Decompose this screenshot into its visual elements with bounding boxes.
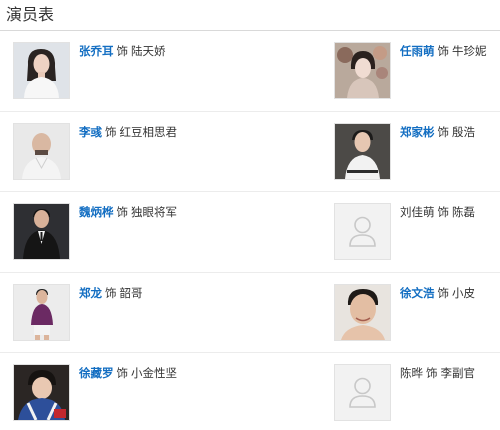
cast-row: 李彧饰红豆相思君 郑家彬饰殷浩 [0, 112, 500, 193]
role-name: 韶哥 [119, 285, 143, 300]
cast-credit: 徐藏罗饰小金性坚 [79, 365, 177, 381]
cast-grid: 张乔耳饰陆天娇 任雨萌饰牛珍妮 李彧 饰 红豆相思君 郑家彬 饰 殷浩 魏炳桦 … [0, 31, 500, 430]
photo-woman-white-top [14, 43, 69, 98]
cast-item: 任雨萌饰牛珍妮 [334, 42, 500, 99]
photo-man-portrait [335, 284, 390, 340]
cast-credit: 郑家彬饰殷浩 [400, 124, 475, 140]
actor-photo[interactable] [13, 42, 70, 99]
avatar-placeholder-icon [335, 365, 390, 421]
actor-photo[interactable] [334, 42, 391, 99]
cast-row: 郑龙饰韶哥 徐文浩饰小皮 [0, 273, 500, 354]
actor-name-link[interactable]: 徐藏罗 [79, 366, 114, 380]
actor-name-link[interactable]: 李彧 [79, 125, 102, 139]
as-label: 饰 [116, 366, 129, 381]
role-name: 小金性坚 [131, 366, 177, 381]
cast-row: 张乔耳饰陆天娇 任雨萌饰牛珍妮 [0, 31, 500, 112]
as-label: 饰 [116, 205, 129, 220]
photo-man-purple-shirt [14, 284, 69, 340]
actor-photo[interactable] [13, 283, 70, 341]
cast-credit: 魏炳桦饰独眼将军 [79, 204, 177, 220]
actor-name-link[interactable]: 徐文浩 [400, 286, 435, 300]
role-name: 牛珍妮 [452, 44, 487, 58]
cast-item: 李彧饰红豆相思君 [13, 122, 243, 180]
actor-photo[interactable] [13, 122, 70, 180]
cast-credit: 徐文浩饰小皮 [400, 285, 475, 301]
cast-row: 徐藏罗饰小金性坚 陈晔饰李副官 [0, 353, 500, 430]
cast-item: 徐藏罗饰小金性坚 [13, 364, 243, 422]
actor-photo [334, 364, 391, 422]
role-name: 陆天娇 [131, 44, 166, 58]
role-name: 独眼将军 [131, 205, 177, 220]
actor-photo[interactable] [334, 122, 391, 180]
actor-name-link[interactable]: 张乔耳 [79, 44, 114, 58]
role-name: 李副官 [440, 366, 476, 381]
as-label: 饰 [426, 366, 438, 381]
actor-name-link[interactable]: 郑家彬 [400, 125, 435, 139]
actor-name: 陈晔 [400, 366, 423, 381]
photo-woman-flowers [335, 43, 390, 98]
as-label: 饰 [437, 285, 450, 300]
actor-name-link[interactable]: 郑龙 [79, 286, 102, 300]
photo-man-black-suit [14, 204, 69, 260]
actor-name-link[interactable]: 任雨萌 [400, 44, 435, 58]
cast-item: 刘佳萌饰陈磊 [334, 203, 500, 261]
cast-credit: 刘佳萌饰陈磊 [400, 204, 475, 220]
role-name: 殷浩 [452, 124, 475, 139]
photo-man-white-shirt [335, 123, 390, 179]
cast-credit: 任雨萌饰牛珍妮 [400, 43, 487, 59]
cast-item: 徐文浩饰小皮 [334, 283, 500, 341]
cast-item: 陈晔饰李副官 [334, 364, 500, 422]
as-label: 饰 [116, 44, 129, 58]
role-name: 陈磊 [452, 205, 475, 220]
cast-credit: 郑龙饰韶哥 [79, 285, 143, 301]
as-label: 饰 [437, 44, 450, 58]
avatar-placeholder-icon [335, 204, 390, 260]
cast-credit: 陈晔饰李副官 [400, 365, 475, 381]
as-label: 饰 [105, 124, 117, 139]
actor-name: 刘佳萌 [400, 205, 435, 220]
photo-child-blue-jacket [14, 365, 69, 421]
cast-row: 魏炳桦饰独眼将军 刘佳萌饰陈磊 [0, 192, 500, 273]
actor-photo[interactable] [13, 364, 70, 422]
cast-credit: 李彧饰红豆相思君 [79, 124, 177, 140]
actor-photo[interactable] [334, 283, 391, 341]
role-name: 红豆相思君 [119, 124, 178, 139]
role-name: 小皮 [452, 285, 475, 300]
section-title: 演员表 [6, 5, 55, 24]
as-label: 饰 [105, 285, 117, 300]
cast-item: 张乔耳饰陆天娇 [13, 42, 243, 99]
cast-item: 郑龙饰韶哥 [13, 283, 243, 341]
actor-name-link[interactable]: 魏炳桦 [79, 205, 114, 219]
as-label: 饰 [437, 124, 450, 139]
actor-photo [334, 203, 391, 261]
as-label: 饰 [437, 205, 450, 220]
cast-item: 魏炳桦饰独眼将军 [13, 203, 243, 261]
cast-credit: 张乔耳饰陆天娇 [79, 43, 166, 59]
actor-photo[interactable] [13, 203, 70, 261]
cast-item: 郑家彬饰殷浩 [334, 122, 500, 180]
photo-bald-man [14, 123, 69, 179]
